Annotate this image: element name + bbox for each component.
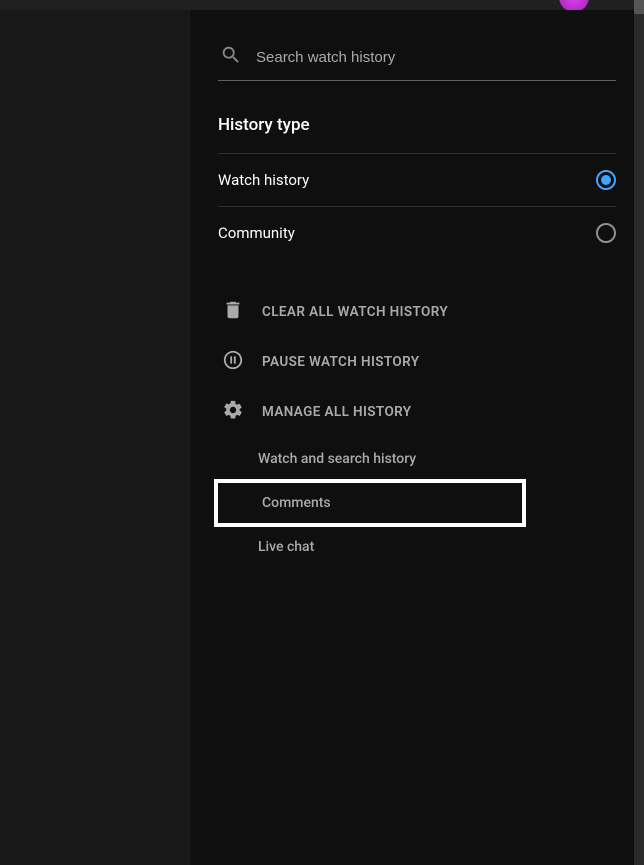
history-type-title: History type xyxy=(218,115,616,135)
sublink-watch-search[interactable]: Watch and search history xyxy=(218,439,616,479)
clear-history-button[interactable]: CLEAR ALL WATCH HISTORY xyxy=(218,287,616,337)
pause-icon xyxy=(222,349,244,375)
sublink-live-chat[interactable]: Live chat xyxy=(218,527,616,567)
action-label: MANAGE ALL HISTORY xyxy=(262,404,412,420)
option-label: Watch history xyxy=(218,171,309,189)
search-icon xyxy=(220,44,242,70)
sublink-comments[interactable]: Comments xyxy=(218,483,522,523)
gear-icon xyxy=(222,399,244,425)
action-label: PAUSE WATCH HISTORY xyxy=(262,354,419,370)
radio-unselected-icon xyxy=(596,223,616,243)
content-area-left xyxy=(0,10,190,865)
search-input[interactable] xyxy=(256,49,614,66)
trash-icon xyxy=(222,299,244,325)
scrollbar[interactable] xyxy=(634,0,644,865)
history-panel: History type Watch history Community CLE… xyxy=(190,10,644,865)
pause-history-button[interactable]: PAUSE WATCH HISTORY xyxy=(218,337,616,387)
option-label: Community xyxy=(218,224,295,242)
radio-selected-icon xyxy=(596,170,616,190)
highlighted-item: Comments xyxy=(214,479,526,527)
option-watch-history[interactable]: Watch history xyxy=(218,153,616,206)
top-bar xyxy=(0,0,644,10)
search-row[interactable] xyxy=(218,40,616,81)
manage-history-button[interactable]: MANAGE ALL HISTORY xyxy=(218,387,616,437)
action-label: CLEAR ALL WATCH HISTORY xyxy=(262,304,448,320)
option-community[interactable]: Community xyxy=(218,206,616,259)
